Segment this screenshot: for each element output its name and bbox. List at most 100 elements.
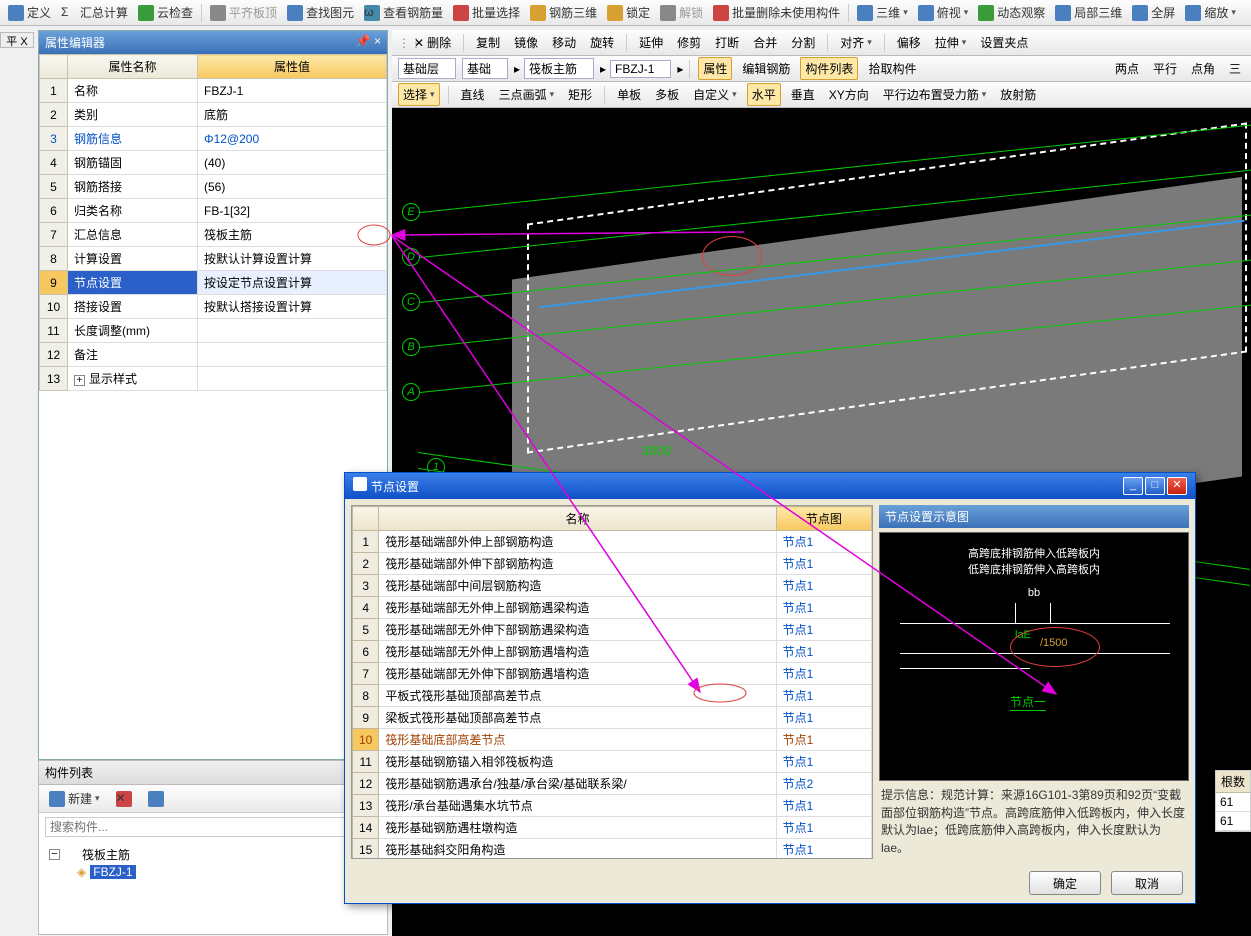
vp-align[interactable]: 对齐 bbox=[836, 32, 876, 53]
node-row[interactable]: 2筏形基础端部外伸下部钢筋构造节点1 bbox=[353, 553, 872, 575]
node-row[interactable]: 4筏形基础端部无外伸上部钢筋遇梁构造节点1 bbox=[353, 597, 872, 619]
tb-viewrebar[interactable]: ω查看钢筋量 bbox=[360, 2, 447, 23]
prop-row[interactable]: 12备注 bbox=[40, 343, 387, 367]
vp-props[interactable]: 属性 bbox=[698, 57, 732, 80]
tb-top[interactable]: 俯视 bbox=[914, 2, 973, 23]
node-row[interactable]: 13筏形/承台基础遇集水坑节点节点1 bbox=[353, 795, 872, 817]
node-row[interactable]: 15筏形基础斜交阳角构造节点1 bbox=[353, 839, 872, 860]
tb-flushtop[interactable]: 平齐板顶 bbox=[206, 2, 281, 23]
prop-row[interactable]: 11长度调整(mm) bbox=[40, 319, 387, 343]
category-select[interactable]: 基础 bbox=[462, 58, 508, 79]
vp-split[interactable]: 分割 bbox=[787, 32, 819, 53]
vp-multi[interactable]: 多板 bbox=[651, 84, 683, 105]
vp-editrebar[interactable]: 编辑钢筋 bbox=[738, 58, 794, 79]
tb-local3d[interactable]: 局部三维 bbox=[1051, 2, 1126, 23]
node-row[interactable]: 12筏形基础钢筋遇承台/独基/承台梁/基础联系梁/节点2 bbox=[353, 773, 872, 795]
vp-merge[interactable]: 合并 bbox=[749, 32, 781, 53]
vp-move[interactable]: 移动 bbox=[548, 32, 580, 53]
node-row[interactable]: 11筏形基础钢筋锚入相邻筏板构造节点1 bbox=[353, 751, 872, 773]
tb-cloudcheck[interactable]: 云检查 bbox=[134, 2, 197, 23]
tree-root[interactable]: 筏板主筋 bbox=[82, 846, 130, 863]
vp-rotate[interactable]: 旋转 bbox=[586, 32, 618, 53]
node-row[interactable]: 1筏形基础端部外伸上部钢筋构造节点1 bbox=[353, 531, 872, 553]
tb-zoom[interactable]: 缩放 bbox=[1181, 2, 1240, 23]
vp-radial[interactable]: 放射筋 bbox=[996, 84, 1040, 105]
delete-icon[interactable]: ✕ bbox=[112, 788, 136, 809]
tb-batchsel[interactable]: 批量选择 bbox=[449, 2, 524, 23]
tree-item-selected[interactable]: FBZJ-1 bbox=[90, 865, 135, 879]
node-row[interactable]: 5筏形基础端部无外伸下部钢筋遇梁构造节点1 bbox=[353, 619, 872, 641]
ok-button[interactable]: 确定 bbox=[1029, 871, 1101, 895]
prop-row[interactable]: 6归类名称FB-1[32] bbox=[40, 199, 387, 223]
new-button[interactable]: 新建 bbox=[45, 788, 104, 809]
type-select[interactable]: 筏板主筋 bbox=[524, 58, 594, 79]
search-input[interactable] bbox=[45, 817, 381, 837]
prop-row[interactable]: 5钢筋搭接(56) bbox=[40, 175, 387, 199]
close-icon[interactable]: × bbox=[374, 34, 381, 48]
node-row[interactable]: 10筏形基础底部高差节点节点1 bbox=[353, 729, 872, 751]
prop-row[interactable]: 8计算设置按默认计算设置计算 bbox=[40, 247, 387, 271]
vp-xy[interactable]: XY方向 bbox=[825, 84, 873, 105]
tb-batchdel[interactable]: 批量删除未使用构件 bbox=[709, 2, 844, 23]
vp-grips[interactable]: 设置夹点 bbox=[976, 32, 1032, 53]
node-table[interactable]: 名称节点图 1筏形基础端部外伸上部钢筋构造节点12筏形基础端部外伸下部钢筋构造节… bbox=[352, 506, 872, 859]
vp-rect[interactable]: 矩形 bbox=[564, 84, 596, 105]
minimize-icon[interactable]: _ bbox=[1123, 477, 1143, 495]
vp-ptangle[interactable]: 点角 bbox=[1187, 58, 1219, 79]
vp-stretch[interactable]: 拉伸 bbox=[931, 32, 971, 53]
dialog-titlebar[interactable]: 节点设置 _ □ ✕ bbox=[345, 473, 1195, 499]
property-grid[interactable]: 属性名称属性值 1名称FBZJ-12类别底筋3钢筋信息Φ12@2004钢筋锚固(… bbox=[39, 54, 387, 391]
prop-row[interactable]: 3钢筋信息Φ12@200 bbox=[40, 127, 387, 151]
vp-single[interactable]: 单板 bbox=[613, 84, 645, 105]
tb-lock[interactable]: 锁定 bbox=[603, 2, 654, 23]
tb-define[interactable]: 定义 bbox=[4, 2, 55, 23]
vp-trim[interactable]: 修剪 bbox=[673, 32, 705, 53]
vp-vert[interactable]: 垂直 bbox=[787, 84, 819, 105]
tb-3d[interactable]: 三维 bbox=[853, 2, 912, 23]
node-row[interactable]: 3筏形基础端部中间层钢筋构造节点1 bbox=[353, 575, 872, 597]
vp-select[interactable]: 选择 bbox=[398, 83, 440, 106]
prop-row[interactable]: 13+显示样式 bbox=[40, 367, 387, 391]
tb-fullscreen[interactable]: 全屏 bbox=[1128, 2, 1179, 23]
vp-offset[interactable]: 偏移 bbox=[893, 32, 925, 53]
tb-unlock[interactable]: 解锁 bbox=[656, 2, 707, 23]
node-row[interactable]: 14筏形基础钢筋遇柱墩构造节点1 bbox=[353, 817, 872, 839]
node-row[interactable]: 9梁板式筏形基础顶部高差节点节点1 bbox=[353, 707, 872, 729]
prop-row[interactable]: 4钢筋锚固(40) bbox=[40, 151, 387, 175]
component-tree[interactable]: −筏板主筋 ◈FBZJ-1 bbox=[39, 841, 387, 884]
vp-3pt[interactable]: 三 bbox=[1225, 58, 1245, 79]
prop-row[interactable]: 7汇总信息筏板主筋 bbox=[40, 223, 387, 247]
maximize-icon[interactable]: □ bbox=[1145, 477, 1165, 495]
tb-sumcalc[interactable]: Σ汇总计算 bbox=[57, 2, 132, 23]
tb-find[interactable]: 查找图元 bbox=[283, 2, 358, 23]
vp-parallel[interactable]: 平行 bbox=[1149, 58, 1181, 79]
vp-delete[interactable]: ✕ 删除 bbox=[410, 32, 455, 53]
node-row[interactable]: 8平板式筏形基础顶部高差节点节点1 bbox=[353, 685, 872, 707]
vp-horiz[interactable]: 水平 bbox=[747, 83, 781, 106]
vp-2pt[interactable]: 两点 bbox=[1111, 58, 1143, 79]
vp-arc[interactable]: 三点画弧 bbox=[495, 84, 559, 105]
vp-pick[interactable]: 拾取构件 bbox=[864, 58, 920, 79]
vp-copy[interactable]: 复制 bbox=[472, 32, 504, 53]
left-sidebar-stub[interactable]: 平 X bbox=[0, 32, 34, 48]
vp-extend[interactable]: 延伸 bbox=[635, 32, 667, 53]
cancel-button[interactable]: 取消 bbox=[1111, 871, 1183, 895]
vp-complist[interactable]: 构件列表 bbox=[800, 57, 858, 80]
prop-row[interactable]: 2类别底筋 bbox=[40, 103, 387, 127]
member-select[interactable]: FBZJ-1 bbox=[610, 60, 671, 78]
vp-break[interactable]: 打断 bbox=[711, 32, 743, 53]
tb-orbit[interactable]: 动态观察 bbox=[974, 2, 1049, 23]
vp-edgebar[interactable]: 平行边布置受力筋 bbox=[879, 84, 991, 105]
node-row[interactable]: 6筏形基础端部无外伸上部钢筋遇墙构造节点1 bbox=[353, 641, 872, 663]
prop-row[interactable]: 9节点设置按设定节点设置计算 bbox=[40, 271, 387, 295]
prop-row[interactable]: 1名称FBZJ-1 bbox=[40, 79, 387, 103]
vp-line[interactable]: 直线 bbox=[457, 84, 489, 105]
pin-icon[interactable]: 📌 bbox=[356, 34, 371, 48]
prop-row[interactable]: 10搭接设置按默认搭接设置计算 bbox=[40, 295, 387, 319]
close-icon[interactable]: ✕ bbox=[1167, 477, 1187, 495]
vp-custom[interactable]: 自定义 bbox=[689, 84, 741, 105]
node-row[interactable]: 7筏形基础端部无外伸下部钢筋遇墙构造节点1 bbox=[353, 663, 872, 685]
floor-select[interactable]: 基础层 bbox=[398, 58, 456, 79]
copy-icon[interactable] bbox=[144, 788, 168, 809]
tb-rebar3d[interactable]: 钢筋三维 bbox=[526, 2, 601, 23]
